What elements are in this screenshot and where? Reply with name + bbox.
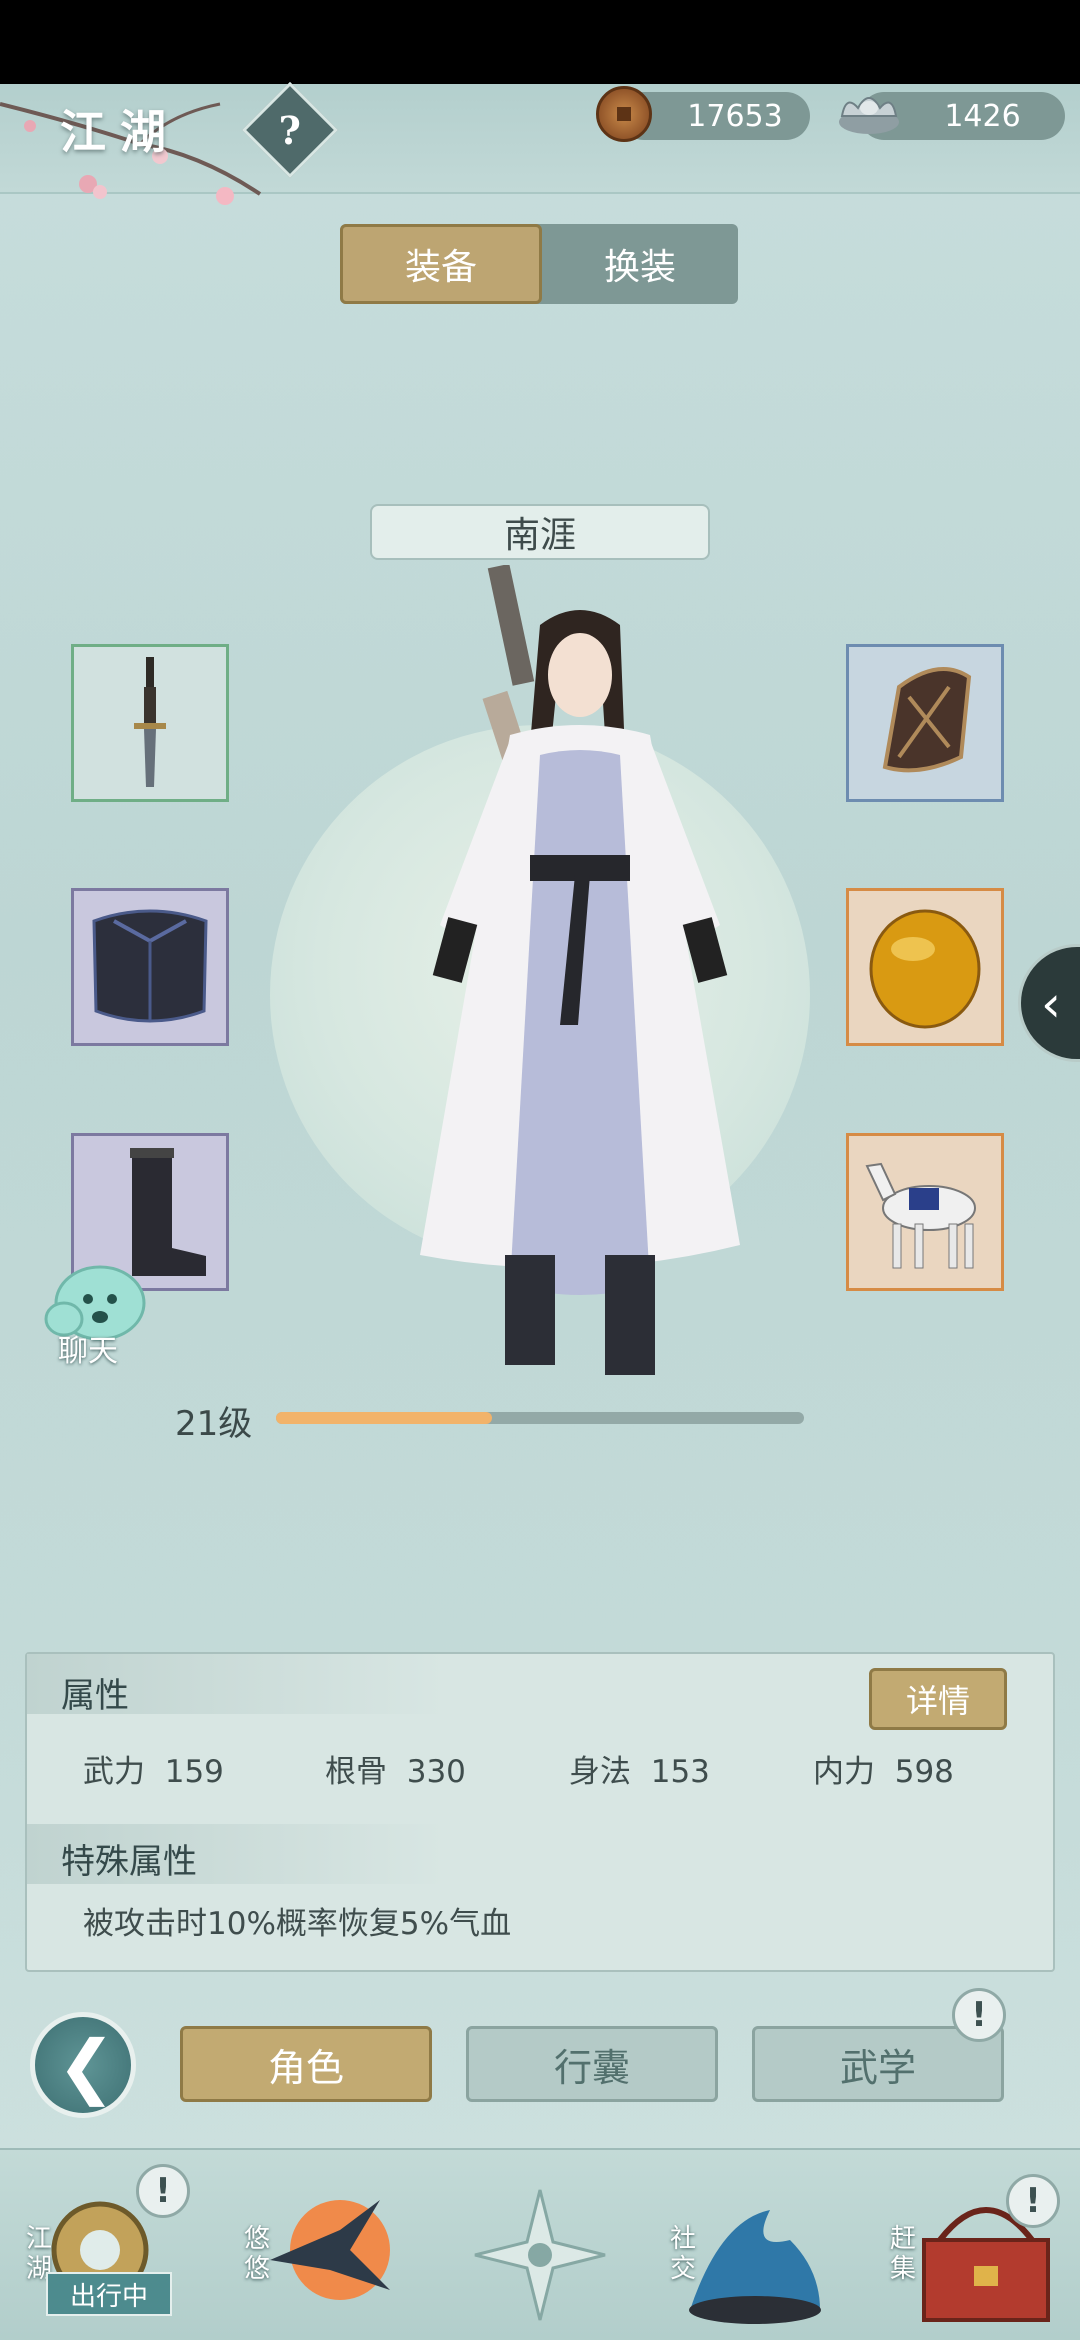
dock-social[interactable]	[680, 2180, 830, 2330]
wave-icon	[689, 2210, 821, 2324]
stat-constitution: 根骨 330	[325, 1746, 466, 1791]
tab-character[interactable]: 角色	[180, 2026, 432, 2102]
amber-gem-icon	[869, 909, 981, 1029]
stat-name: 根骨	[325, 1754, 387, 1790]
chevron-left-icon: ‹	[1041, 975, 1061, 1033]
stat-name: 内力	[813, 1754, 875, 1790]
chat-label[interactable]: 聊天	[58, 1326, 118, 1370]
dock-label-market: 赶集	[890, 2224, 917, 2284]
mount-slot[interactable]	[846, 1133, 1004, 1291]
special-attribute-desc: 被攻击时10%概率恢复5%气血	[83, 1906, 512, 1942]
exp-progress-bar	[276, 1412, 804, 1424]
details-button[interactable]: 详情	[869, 1668, 1007, 1730]
horse-icon	[865, 1162, 976, 1269]
stat-name: 身法	[569, 1754, 631, 1790]
tab-bag[interactable]: 行囊	[466, 2026, 718, 2102]
weapon-slot[interactable]	[71, 644, 229, 802]
exp-progress-fill	[276, 1412, 493, 1424]
armor-icon	[92, 909, 208, 1023]
special-attributes-title: 特殊属性	[61, 1842, 197, 1882]
dock-center[interactable]	[465, 2180, 615, 2330]
stat-name: 武力	[83, 1754, 145, 1790]
bracer-icon	[882, 667, 972, 773]
question-icon: ?	[278, 107, 302, 153]
dock-label-social: 社交	[670, 2224, 697, 2284]
silver-ingot-icon	[839, 97, 899, 134]
alert-icon: !	[952, 1988, 1006, 2042]
attributes-title: 属性	[61, 1676, 129, 1716]
star-emblem-icon	[474, 2189, 606, 2321]
alert-icon: !	[1006, 2174, 1060, 2228]
alert-icon: !	[136, 2164, 190, 2218]
tab-outfit[interactable]: 换装	[542, 224, 738, 304]
stat-strength: 武力 159	[83, 1746, 224, 1791]
top-tab-bar: 装备 换装	[340, 224, 738, 304]
copper-coin-icon	[596, 86, 652, 142]
dock-label-youyou: 悠悠	[244, 2224, 271, 2284]
stat-value: 598	[894, 1754, 954, 1790]
armor-slot[interactable]	[71, 888, 229, 1046]
stat-value: 159	[164, 1754, 224, 1790]
character-name: 南涯	[370, 504, 710, 560]
character-figure	[420, 565, 740, 1375]
stat-agility: 身法 153	[569, 1746, 710, 1791]
stat-inner-power: 内力 598	[813, 1746, 954, 1791]
attributes-panel: 属性 详情 武力 159 根骨 330 身法 153 内力 598 特殊属性 被…	[25, 1652, 1055, 1972]
outing-status-badge: 出行中	[46, 2272, 172, 2316]
back-arrow-icon: ❮	[57, 2025, 116, 2107]
level-label: 21级	[175, 1404, 253, 1444]
bracer-slot[interactable]	[846, 644, 1004, 802]
tab-equipment[interactable]: 装备	[340, 224, 542, 304]
accessory-slot[interactable]	[846, 888, 1004, 1046]
stat-value: 153	[650, 1754, 710, 1790]
sword-icon	[134, 657, 166, 787]
stat-value: 330	[406, 1754, 466, 1790]
back-button[interactable]: ❮	[30, 2012, 136, 2118]
side-panel-toggle[interactable]: ‹	[1018, 944, 1080, 1062]
page-title: 江湖	[60, 105, 180, 159]
status-bar	[0, 0, 1080, 84]
